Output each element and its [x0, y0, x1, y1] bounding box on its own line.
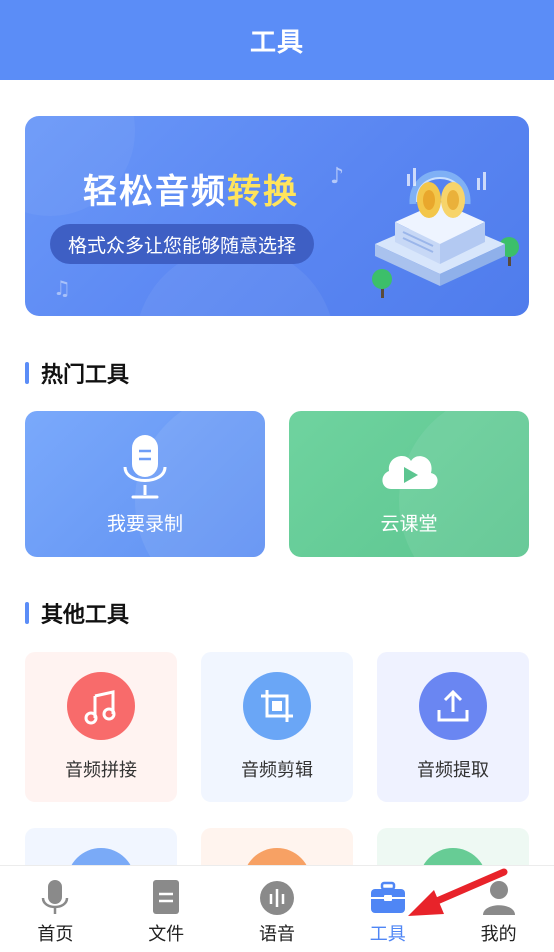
section-hot-tools: 热门工具: [25, 357, 129, 389]
record-label: 我要录制: [106, 513, 183, 535]
section-accent-bar: [25, 362, 29, 384]
tab-label: 语音: [258, 924, 295, 945]
voice-icon: [259, 880, 295, 916]
banner-subtitle: 格式众多让您能够随意选择: [50, 224, 315, 264]
microphone-icon: [123, 435, 167, 499]
music-note-icon: ♪: [330, 164, 345, 189]
audio-extract-label: 音频提取: [417, 760, 489, 781]
audio-merge-card[interactable]: 音频拼接: [25, 652, 177, 802]
headphone-box-illustration: [372, 168, 519, 298]
annotation-arrow-icon: [408, 868, 508, 916]
music-note-icon: ♫: [53, 276, 71, 300]
cloud-play-icon: [382, 456, 438, 489]
tab-files[interactable]: 文件: [111, 866, 222, 952]
tab-voice[interactable]: 语音: [222, 866, 333, 952]
file-icon: [148, 880, 184, 916]
audio-extract-icon-bg: [419, 672, 487, 740]
section-title: 热门工具: [41, 363, 130, 388]
cloud-class-label: 云课堂: [380, 513, 438, 535]
banner-title-main: 轻松音频: [83, 172, 227, 212]
banner-title-highlight: 转换: [227, 172, 299, 212]
music-note-icon: [84, 690, 116, 725]
section-accent-bar: [25, 602, 29, 624]
audio-extract-card[interactable]: 音频提取: [377, 652, 529, 802]
upload-icon: [437, 689, 469, 722]
section-title: 其他工具: [41, 603, 130, 628]
section-other-tools: 其他工具: [25, 597, 129, 629]
audio-edit-label: 音频剪辑: [241, 760, 313, 781]
tab-home[interactable]: 首页: [0, 866, 111, 952]
promo-banner[interactable]: 轻松音频转换 格式众多让您能够随意选择 ♪ ♫: [25, 116, 529, 316]
banner-title: 轻松音频转换: [83, 164, 299, 213]
audio-merge-label: 音频拼接: [65, 760, 137, 781]
microphone-icon: [37, 880, 73, 916]
record-card[interactable]: 我要录制: [25, 411, 265, 557]
crop-icon: [261, 690, 293, 722]
audio-edit-card[interactable]: 音频剪辑: [201, 652, 353, 802]
top-bar: 工具: [0, 0, 554, 80]
audio-merge-icon-bg: [67, 672, 135, 740]
cloud-class-card[interactable]: 云课堂: [289, 411, 529, 557]
tab-label: 首页: [37, 924, 74, 945]
audio-edit-icon-bg: [243, 672, 311, 740]
tab-label: 文件: [148, 924, 185, 945]
page-title: 工具: [249, 27, 304, 58]
